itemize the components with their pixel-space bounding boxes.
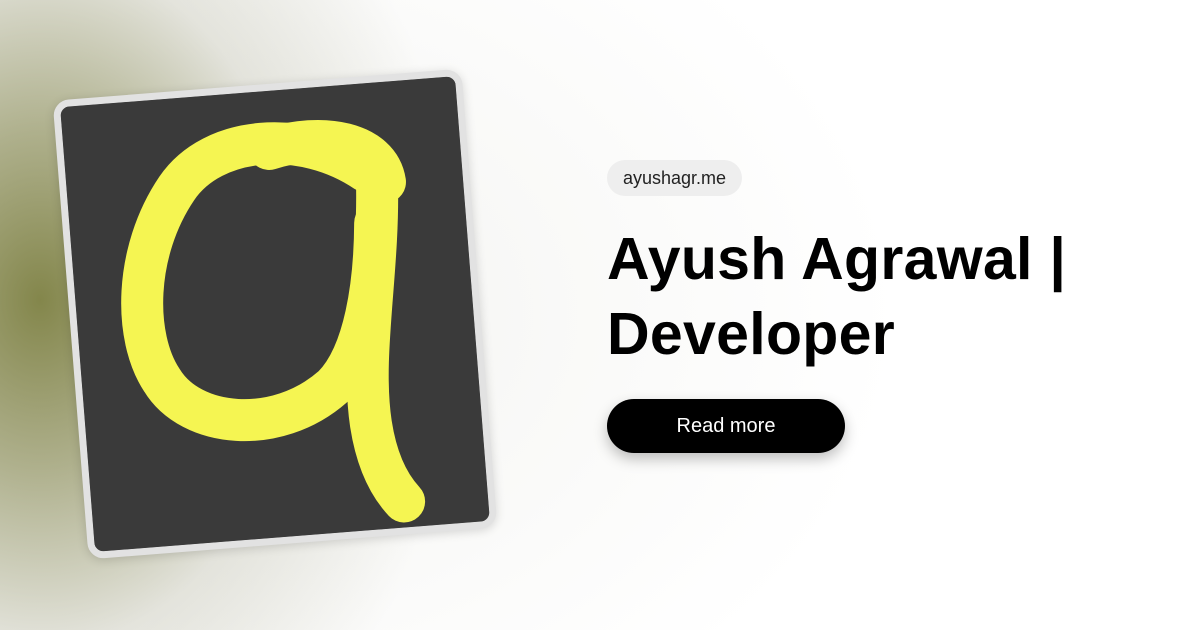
letter-a-logo-icon	[60, 76, 490, 552]
read-more-button[interactable]: Read more	[607, 399, 845, 453]
site-domain-badge: ayushagr.me	[607, 160, 743, 196]
page-title: Ayush Agrawal | Developer	[607, 226, 1067, 367]
logo-card	[52, 68, 498, 560]
